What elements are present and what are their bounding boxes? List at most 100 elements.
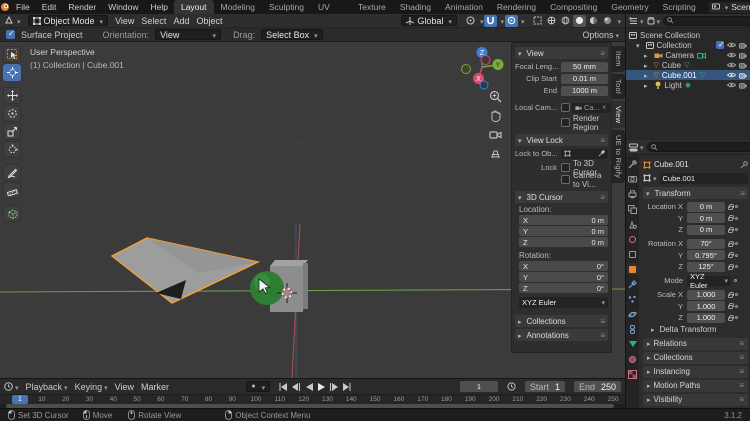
play-reverse-button[interactable] — [303, 381, 314, 392]
animate-dot[interactable] — [735, 205, 738, 208]
tab-modifiers[interactable] — [627, 278, 639, 290]
lock-to-object-field[interactable] — [561, 148, 608, 159]
cursor-3d-panel-header[interactable]: 3D Cursor — [515, 191, 608, 203]
gizmo-y-neg-axis[interactable] — [461, 64, 471, 74]
surface-project-checkbox[interactable] — [6, 29, 15, 39]
n-tab-ue-to-rigify[interactable]: UE to Rigify — [612, 130, 625, 184]
disable-render-icon[interactable] — [739, 42, 747, 49]
scale-y-field[interactable]: 1.000 — [687, 301, 725, 311]
show-gizmo-button[interactable] — [531, 15, 544, 27]
transform-orientation-selector[interactable]: Global — [401, 15, 457, 26]
scale-z-field[interactable]: 1.000 — [687, 312, 725, 323]
object-name-field[interactable]: Cube.001 — [659, 172, 748, 184]
frame-start-field[interactable]: Start 1 — [524, 381, 565, 392]
to-3d-cursor-checkbox[interactable] — [561, 163, 570, 172]
visibility-panel-header[interactable]: Visibility — [643, 393, 748, 406]
hide-eye-icon[interactable] — [727, 62, 736, 68]
workspace-tab-sculpting[interactable]: Sculpting — [262, 0, 311, 14]
cursor-loc-y-field[interactable]: Y0 m — [519, 226, 608, 236]
tab-material[interactable] — [627, 353, 639, 365]
n-tab-tool[interactable]: Tool — [612, 73, 625, 99]
animate-dot[interactable] — [735, 265, 738, 268]
animate-dot[interactable] — [735, 253, 738, 257]
properties-search-input[interactable] — [659, 142, 750, 152]
lock-icon[interactable] — [728, 303, 734, 309]
navigation-gizmo[interactable]: Z Y X — [459, 44, 505, 90]
local-camera-field[interactable]: Ca... × — [572, 102, 610, 113]
workspace-tab-modeling[interactable]: Modeling — [214, 0, 263, 14]
pan-view-button[interactable] — [489, 109, 502, 122]
workspace-tab-layout[interactable]: Layout — [173, 0, 214, 14]
animate-dot[interactable] — [735, 316, 738, 319]
scene-name[interactable]: Scene — [731, 2, 750, 12]
scale-x-field[interactable]: 1.000 — [687, 289, 725, 300]
lock-icon[interactable] — [728, 314, 734, 321]
tab-world[interactable] — [627, 233, 639, 245]
camera-view-button[interactable] — [489, 128, 502, 141]
location-z-field[interactable]: 0 m — [687, 224, 725, 235]
prev-keyframe-button[interactable] — [290, 381, 301, 392]
perspective-toggle-button[interactable] — [489, 147, 502, 160]
expand-icon[interactable] — [644, 51, 651, 60]
transform-panel-header[interactable]: Transform — [643, 187, 748, 199]
tab-tool[interactable] — [627, 158, 639, 170]
outliner-row-camera[interactable]: Camera — [626, 50, 750, 60]
tab-view-layer[interactable] — [627, 203, 639, 215]
workspace-tab-shading[interactable]: Shading — [393, 0, 438, 14]
lock-icon[interactable] — [728, 215, 734, 221]
tool-select-box[interactable] — [3, 46, 21, 63]
play-button[interactable] — [316, 381, 327, 392]
cursor-rot-x-field[interactable]: X 0° — [519, 261, 608, 271]
tab-texture[interactable] — [627, 368, 639, 380]
menu-file[interactable]: File — [10, 0, 36, 14]
location-x-field[interactable]: 0 m — [687, 201, 725, 212]
disable-render-icon[interactable] — [739, 72, 747, 79]
n-tab-item[interactable]: Item — [612, 46, 625, 72]
outliner-search-input[interactable] — [676, 16, 750, 25]
rotation-mode-dropdown[interactable]: XYZ Euler — [687, 272, 731, 290]
properties-search[interactable] — [646, 142, 750, 152]
show-overlays-button[interactable] — [545, 15, 558, 27]
tool-move[interactable] — [3, 87, 21, 104]
n-tab-view[interactable]: View — [612, 100, 625, 129]
lock-icon[interactable] — [728, 263, 734, 270]
rotation-y-field[interactable]: 0.795° — [687, 250, 725, 260]
zoom-view-button[interactable] — [489, 90, 502, 103]
tab-scene[interactable] — [627, 218, 639, 230]
hide-eye-icon[interactable] — [727, 42, 736, 48]
tab-physics[interactable] — [627, 308, 639, 320]
workspace-tab-rendering[interactable]: Rendering — [490, 0, 543, 14]
workspace-tab-scripting[interactable]: Scripting — [656, 0, 703, 14]
motion-paths-panel-header[interactable]: Motion Paths — [643, 379, 748, 392]
options-dropdown[interactable]: Options — [582, 30, 619, 40]
collections-panel-header[interactable]: Collections — [643, 351, 748, 364]
editor-type-selector[interactable] — [4, 16, 21, 26]
mode-selector[interactable]: Object Mode — [27, 15, 109, 26]
playhead[interactable]: 1 — [12, 395, 28, 404]
collections-panel-header[interactable]: Collections — [515, 315, 608, 327]
proportional-editing-button[interactable] — [504, 14, 518, 27]
animate-dot[interactable] — [735, 293, 738, 296]
view-lock-panel-header[interactable]: View Lock — [515, 134, 608, 146]
hide-eye-icon[interactable] — [727, 82, 736, 88]
tab-collection[interactable] — [627, 248, 639, 260]
focal-length-field[interactable]: 50 mm — [561, 61, 608, 72]
outliner-row-scene-collection[interactable]: Scene Collection — [626, 30, 750, 40]
clear-camera-icon[interactable]: × — [602, 103, 607, 112]
outliner-filter-collection[interactable] — [647, 16, 661, 26]
shading-material-button[interactable] — [587, 15, 600, 27]
cursor-rot-z-field[interactable]: Z 0° — [519, 283, 608, 293]
collection-checkbox[interactable] — [716, 40, 725, 49]
outliner-row-light[interactable]: Light ◉ — [626, 80, 750, 90]
rotation-z-field[interactable]: 125° — [687, 261, 725, 272]
workspace-tab-texture-paint[interactable]: Texture Paint — [351, 0, 393, 27]
instancing-panel-header[interactable]: Instancing — [643, 365, 748, 378]
menu-add[interactable]: Add — [173, 16, 189, 26]
view-panel-header[interactable]: View — [515, 47, 608, 59]
shading-rendered-button[interactable] — [601, 15, 614, 27]
tool-scale[interactable] — [3, 123, 21, 140]
shading-solid-button[interactable] — [573, 14, 587, 27]
tool-annotate[interactable] — [3, 164, 21, 181]
properties-editor-type[interactable] — [629, 142, 644, 152]
shading-dropdown-caret[interactable] — [615, 16, 621, 26]
